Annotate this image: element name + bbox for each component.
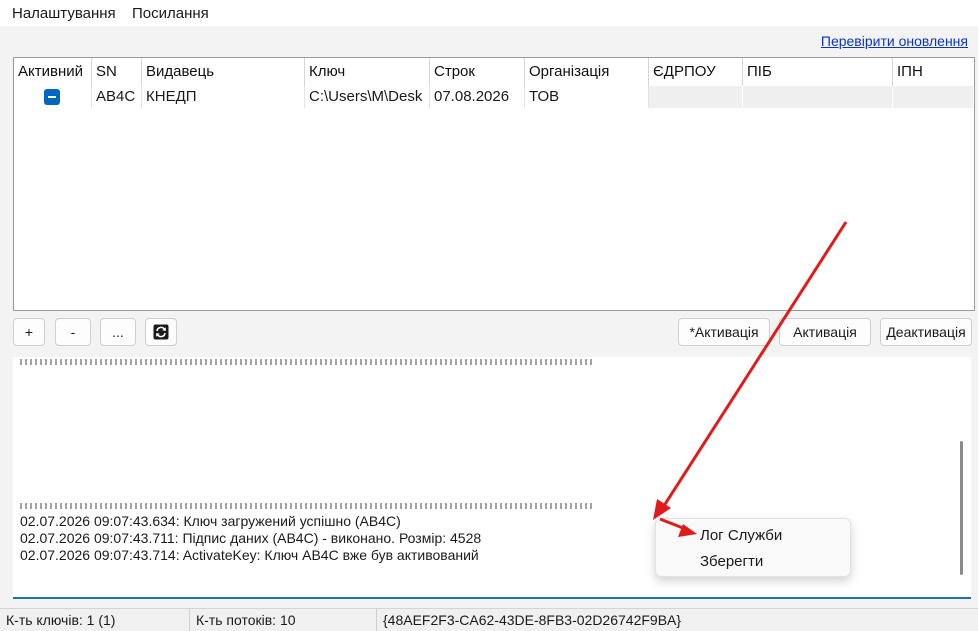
status-threads-count: К-ть потоків: 10 (190, 609, 377, 631)
status-keys-count: К-ть ключів: 1 (1) (0, 609, 190, 631)
log-line-cut-top (20, 359, 600, 365)
log-line: 02.07.2026 09:07:43.714: ActivateKey: Кл… (20, 547, 479, 563)
column-header-key[interactable]: Ключ (305, 58, 430, 86)
deactivate-button[interactable]: Деактивація (880, 318, 972, 346)
column-header-name[interactable]: ПІБ (743, 58, 893, 86)
column-header-expires[interactable]: Строк (430, 58, 525, 86)
log-line: 02.07.2026 09:07:43.711: Підпис даних (A… (20, 530, 482, 546)
table-header: Активний SN Видавець Ключ Строк Організа… (14, 58, 974, 87)
cell-issuer: КНЕДП (142, 86, 305, 108)
cell-org: ТОВ (525, 86, 649, 108)
refresh-button[interactable] (145, 318, 177, 346)
log-line: 02.07.2026 09:07:43.634: Ключ загружений… (20, 513, 401, 529)
check-updates-link[interactable]: Перевірити оновлення (821, 33, 968, 49)
table-row[interactable]: AB4C КНЕДП C:\Users\M\Desk 07.08.2026 ТО… (14, 86, 974, 108)
column-header-ipn[interactable]: ІПН (893, 58, 974, 86)
menu-links[interactable]: Посилання (132, 5, 209, 22)
more-button[interactable]: ... (100, 318, 136, 346)
remove-key-button[interactable]: - (55, 318, 91, 346)
activate-star-button[interactable]: *Активація (678, 318, 770, 346)
checkbox-indeterminate-icon[interactable] (44, 89, 60, 105)
column-header-sn[interactable]: SN (92, 58, 142, 86)
activate-button[interactable]: Активація (779, 318, 871, 346)
menu-item-service-log[interactable]: Лог Служби (700, 527, 782, 544)
refresh-icon (153, 324, 169, 340)
status-guid: {48AEF2F3-CA62-43DE-8FB3-02D26742F9BA} (383, 612, 682, 628)
log-scrollbar[interactable] (960, 441, 963, 575)
cell-name (743, 86, 893, 108)
cell-ipn (893, 86, 974, 108)
column-header-issuer[interactable]: Видавець (142, 58, 305, 86)
cell-expires: 07.08.2026 (430, 86, 525, 108)
menu-settings[interactable]: Налаштування (12, 5, 116, 22)
cell-key: C:\Users\M\Desk (305, 86, 430, 108)
column-header-org[interactable]: Організація (525, 58, 649, 86)
cell-active (14, 86, 92, 108)
cell-sn: AB4C (92, 86, 142, 108)
log-line-cut-mid (20, 503, 600, 509)
menubar: Налаштування Посилання (0, 0, 978, 26)
app-window: Налаштування Посилання Перевірити оновле… (0, 0, 978, 631)
keys-table: Активний SN Видавець Ключ Строк Організа… (13, 57, 975, 311)
column-header-active[interactable]: Активний (14, 58, 92, 86)
column-header-edrpou[interactable]: ЄДРПОУ (649, 58, 743, 86)
statusbar: К-ть ключів: 1 (1) К-ть потоків: 10 {48A… (0, 608, 978, 631)
context-menu: Лог Служби Зберегти (655, 518, 851, 577)
menu-item-save[interactable]: Зберегти (700, 553, 763, 570)
cell-edrpou (649, 86, 743, 108)
add-key-button[interactable]: + (13, 318, 45, 346)
